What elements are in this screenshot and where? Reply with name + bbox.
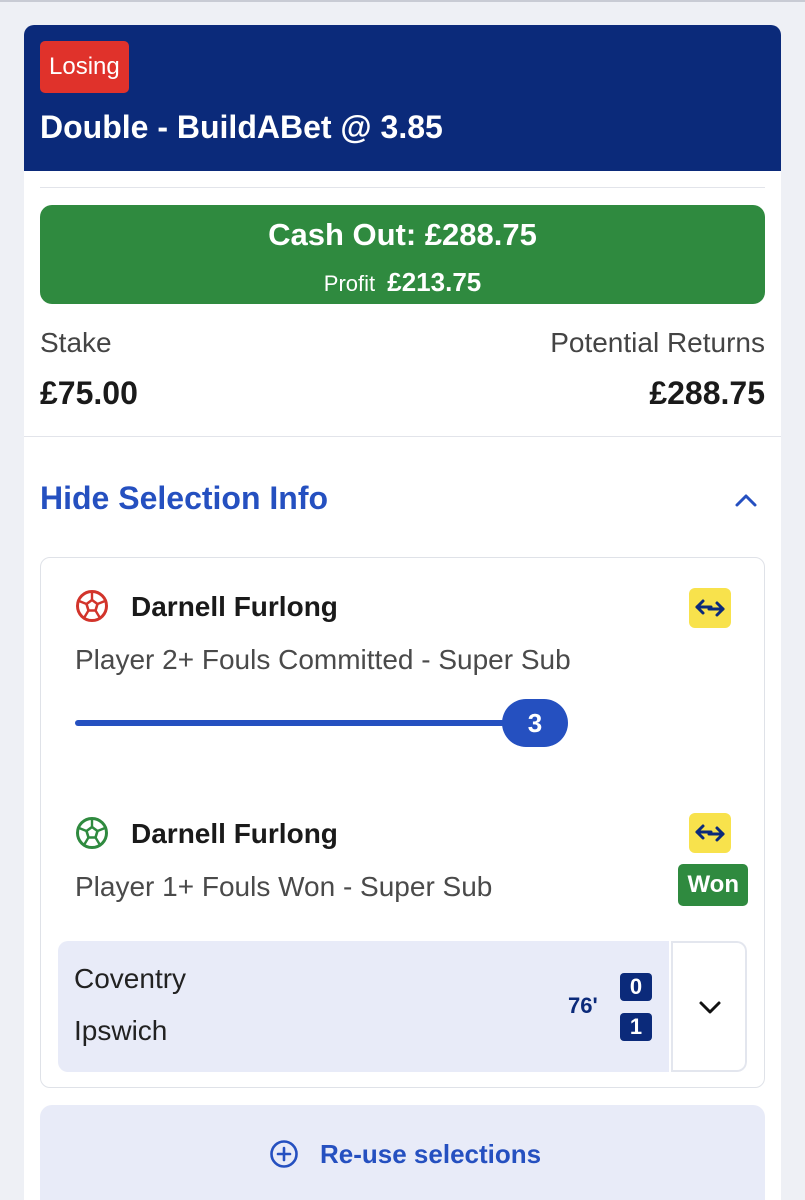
- bet-card: Losing Double - BuildABet @ 3.85 Cash Ou…: [24, 25, 781, 1200]
- selections-panel: Darnell Furlong Player 2+ Fouls Committe…: [40, 557, 765, 1088]
- reuse-selections-label: Re-use selections: [320, 1139, 542, 1169]
- plus-circle-icon: [270, 1140, 298, 1168]
- selection-market: Player 2+ Fouls Committed - Super Sub: [75, 644, 571, 675]
- profit-value: £213.75: [387, 267, 482, 297]
- away-team: Ipswich: [74, 1015, 168, 1046]
- home-score: 0: [620, 973, 652, 1001]
- bet-title: Double - BuildABet @ 3.85: [40, 109, 443, 145]
- divider: [40, 187, 765, 188]
- progress-value-badge: 3: [502, 699, 568, 747]
- selection-market: Player 1+ Fouls Won - Super Sub: [75, 871, 493, 902]
- selection-player-name: Darnell Furlong: [131, 818, 338, 849]
- stake-value: £75.00: [40, 375, 138, 411]
- potential-returns-value: £288.75: [649, 375, 765, 411]
- swap-icon[interactable]: [689, 588, 731, 628]
- bet-header: Losing Double - BuildABet @ 3.85: [24, 25, 781, 171]
- match-expand-button[interactable]: [671, 941, 747, 1072]
- reuse-selections-button[interactable]: Re-use selections: [40, 1105, 765, 1200]
- stake-label: Stake: [40, 327, 112, 358]
- swap-icon[interactable]: [689, 813, 731, 853]
- potential-returns-label: Potential Returns: [550, 327, 765, 358]
- status-badge: Losing: [40, 41, 129, 93]
- cash-out-button[interactable]: Cash Out: £288.75 Profit £213.75: [40, 205, 765, 304]
- cash-out-label: Cash Out: £288.75: [268, 217, 537, 252]
- won-badge: Won: [678, 864, 748, 906]
- selection-player-name: Darnell Furlong: [131, 591, 338, 622]
- match-scoreboard: Coventry Ipswich 76' 0 1: [58, 941, 747, 1072]
- hide-selection-info-toggle[interactable]: Hide Selection Info: [40, 480, 328, 517]
- progress-bar: [75, 720, 535, 726]
- divider: [24, 436, 781, 437]
- match-clock: 76': [568, 993, 598, 1018]
- home-team: Coventry: [74, 963, 187, 994]
- football-icon: [76, 590, 108, 622]
- away-score: 1: [620, 1013, 652, 1041]
- top-strip: [0, 0, 805, 2]
- cash-out-profit: Profit £213.75: [40, 267, 765, 298]
- chevron-up-icon[interactable]: [731, 485, 761, 515]
- profit-label: Profit: [323, 271, 376, 296]
- football-icon: [76, 817, 108, 849]
- match-info[interactable]: Coventry Ipswich 76' 0 1: [58, 941, 669, 1072]
- chevron-down-icon: [699, 1001, 721, 1014]
